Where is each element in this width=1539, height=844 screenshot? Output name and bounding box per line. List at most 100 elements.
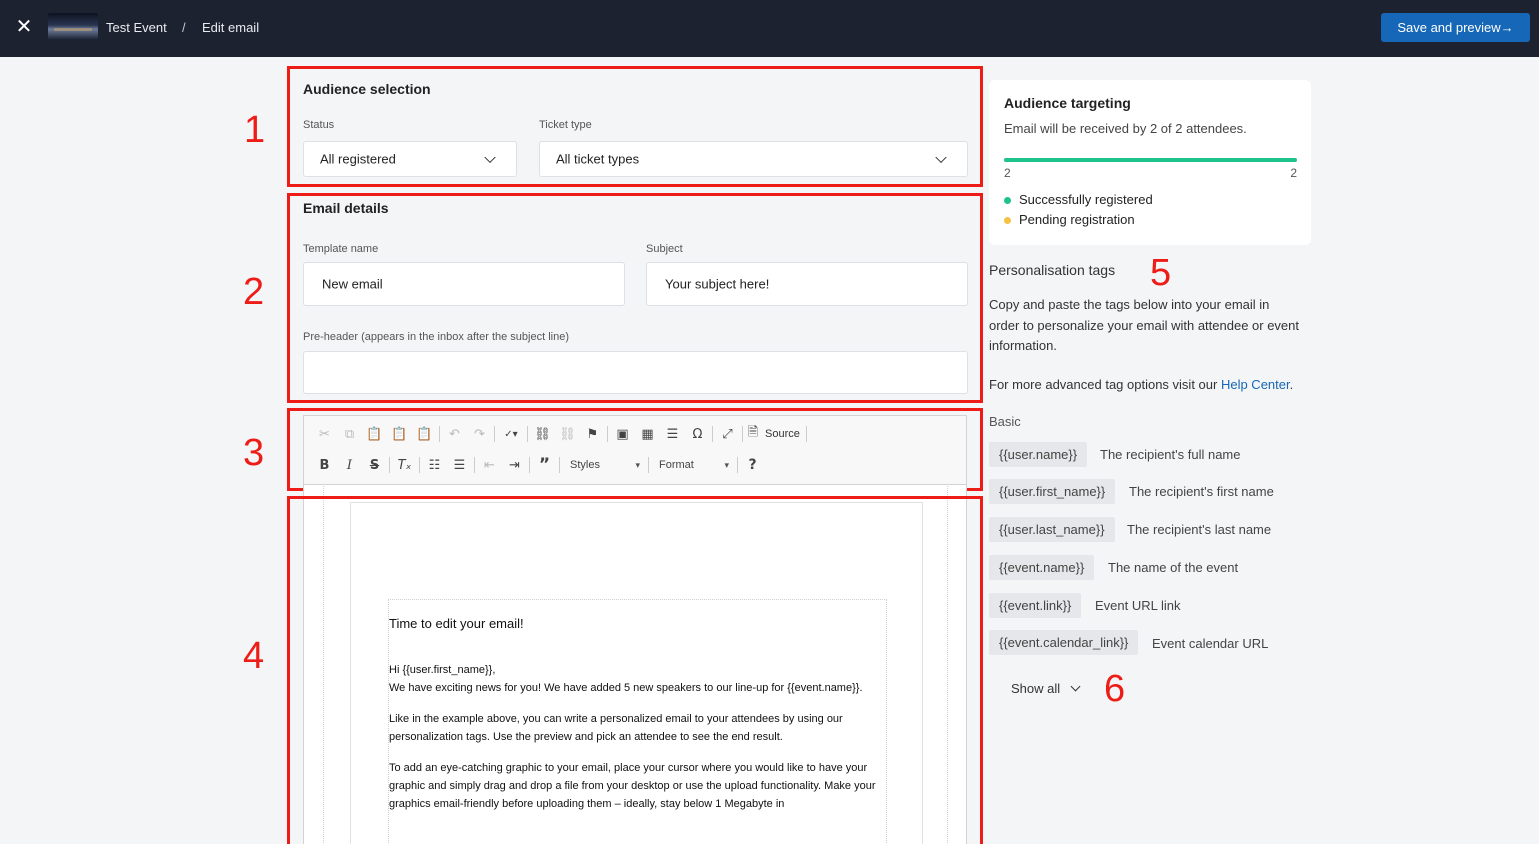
chevron-down-icon [1070,681,1081,692]
annotation-box-4 [287,496,983,844]
image-icon[interactable]: ▣ [610,423,635,445]
remove-format-icon[interactable]: Tₓ [392,454,417,476]
tags-advanced-suffix: . [1289,377,1294,392]
link-icon[interactable]: ⛓ [530,423,555,445]
chevron-down-icon [935,151,947,164]
special-char-icon[interactable]: Ω [685,423,710,445]
strike-icon[interactable]: S [362,454,387,476]
close-icon[interactable]: ✕ [14,16,34,38]
top-bar: ✕ Test Event / Edit email Save and previ… [0,0,1539,57]
italic-icon[interactable]: I [337,454,362,476]
tag-chip[interactable]: {{user.last_name}} [989,517,1115,542]
audience-targeting-card: Audience targeting Email will be receive… [989,80,1311,245]
chevron-down-icon [484,151,496,164]
anchor-icon[interactable]: ⚑ [580,423,605,445]
redo-icon[interactable]: ↷ [467,423,492,445]
toolbar-separator [439,426,440,442]
cut-icon[interactable]: ✂ [312,423,337,445]
toolbar-separator [742,426,743,442]
tag-chip[interactable]: {{event.name}} [989,555,1095,580]
maximize-icon[interactable]: ⤢ [715,423,740,445]
outdent-icon[interactable]: ⇤ [477,454,502,476]
preheader-label: Pre-header (appears in the inbox after t… [303,331,569,343]
progress-min-label: 2 [1004,166,1011,180]
table-icon[interactable]: ▦ [635,423,660,445]
tag-chip[interactable]: {{event.link}} [989,593,1082,618]
paste-icon[interactable]: 📋 [362,423,387,445]
paste-text-icon[interactable]: 📋 [387,423,412,445]
tag-chip[interactable]: {{user.first_name}} [989,479,1116,504]
ticket-type-value: All ticket types [556,151,640,167]
copy-icon[interactable]: ⧉ [337,423,362,445]
breadcrumb-event[interactable]: Test Event [106,19,167,36]
preheader-input[interactable] [303,351,968,394]
toolbar-separator [529,457,530,473]
styles-dropdown[interactable]: Styles [562,455,646,475]
undo-icon[interactable]: ↶ [442,423,467,445]
audience-selection-title: Audience selection [303,81,431,97]
annotation-4: 4 [243,635,265,677]
event-thumbnail [48,13,98,40]
status-label: Status [303,119,335,131]
annotation-5: 5 [1150,252,1172,294]
toolbar-separator [712,426,713,442]
source-icon[interactable]: 🗎 [745,423,761,445]
toolbar-separator [474,457,475,473]
editor-toolbar: ✂ ⧉ 📋 📋 📋 ↶ ↷ ✓▾ ⛓ ⛓ ⚑ ▣ ▦ ☰ Ω ⤢ 🗎 Sourc… [303,415,967,485]
template-name-input[interactable]: New email [303,262,625,306]
tag-description: The recipient's last name [1127,522,1272,537]
numbered-list-icon[interactable]: ☷ [422,454,447,476]
spellcheck-icon[interactable]: ✓▾ [497,423,525,445]
ticket-type-label: Ticket type [539,119,592,131]
tags-advanced-text: For more advanced tag options visit our [989,377,1221,392]
progress-max-label: 2 [1290,166,1297,180]
annotation-3: 3 [243,432,265,474]
tag-description: The recipient's full name [1100,447,1241,462]
bold-icon[interactable]: B [312,454,337,476]
save-and-preview-button[interactable]: Save and preview→ [1381,13,1530,42]
tags-group-basic: Basic [989,414,1021,429]
subject-value: Your subject here! [665,276,770,292]
indent-icon[interactable]: ⇥ [502,454,527,476]
paste-word-icon[interactable]: 📋 [412,423,437,445]
registered-dot-icon [1004,197,1011,205]
status-value: All registered [320,151,396,167]
ticket-type-select[interactable]: All ticket types [539,141,968,177]
tag-chip[interactable]: {{user.name}} [989,442,1088,467]
bulleted-list-icon[interactable]: ☰ [447,454,472,476]
help-icon[interactable]: ? [740,454,765,476]
breadcrumb-separator: / [182,20,186,35]
progress-fill [1004,158,1297,162]
blockquote-icon[interactable]: ” [532,454,557,476]
tag-chip[interactable]: {{event.calendar_link}} [989,630,1139,655]
show-all-button[interactable]: Show all [1011,681,1081,696]
pending-dot-icon [1004,217,1011,225]
annotation-2: 2 [243,271,265,313]
source-button[interactable]: Source [761,428,804,440]
toolbar-separator [559,457,560,473]
template-name-label: Template name [303,243,379,255]
audience-targeting-summary: Email will be received by 2 of 2 attende… [1004,121,1247,136]
tag-description: Event URL link [1095,598,1181,613]
legend-pending: Pending registration [1004,212,1135,227]
annotation-1: 1 [244,109,266,151]
status-select[interactable]: All registered [303,141,517,177]
progress-track [1004,158,1297,162]
unlink-icon[interactable]: ⛓ [555,423,580,445]
toolbar-separator [419,457,420,473]
page-title: Edit email [202,20,260,35]
tags-intro: Copy and paste the tags below into your … [989,297,1300,353]
toolbar-separator [648,457,649,473]
tags-advanced: For more advanced tag options visit our … [989,377,1293,392]
format-dropdown[interactable]: Format [651,455,735,475]
toolbar-separator [389,457,390,473]
legend-pending-label: Pending registration [1019,212,1135,227]
help-center-link[interactable]: Help Center [1221,377,1290,392]
horizontal-line-icon[interactable]: ☰ [660,423,685,445]
annotation-6: 6 [1104,668,1126,710]
tag-description: The recipient's first name [1129,484,1274,499]
tag-description: The name of the event [1108,560,1239,575]
tag-description: Event calendar URL [1152,636,1269,651]
legend-registered-label: Successfully registered [1019,192,1153,207]
subject-input[interactable]: Your subject here! [646,262,968,306]
